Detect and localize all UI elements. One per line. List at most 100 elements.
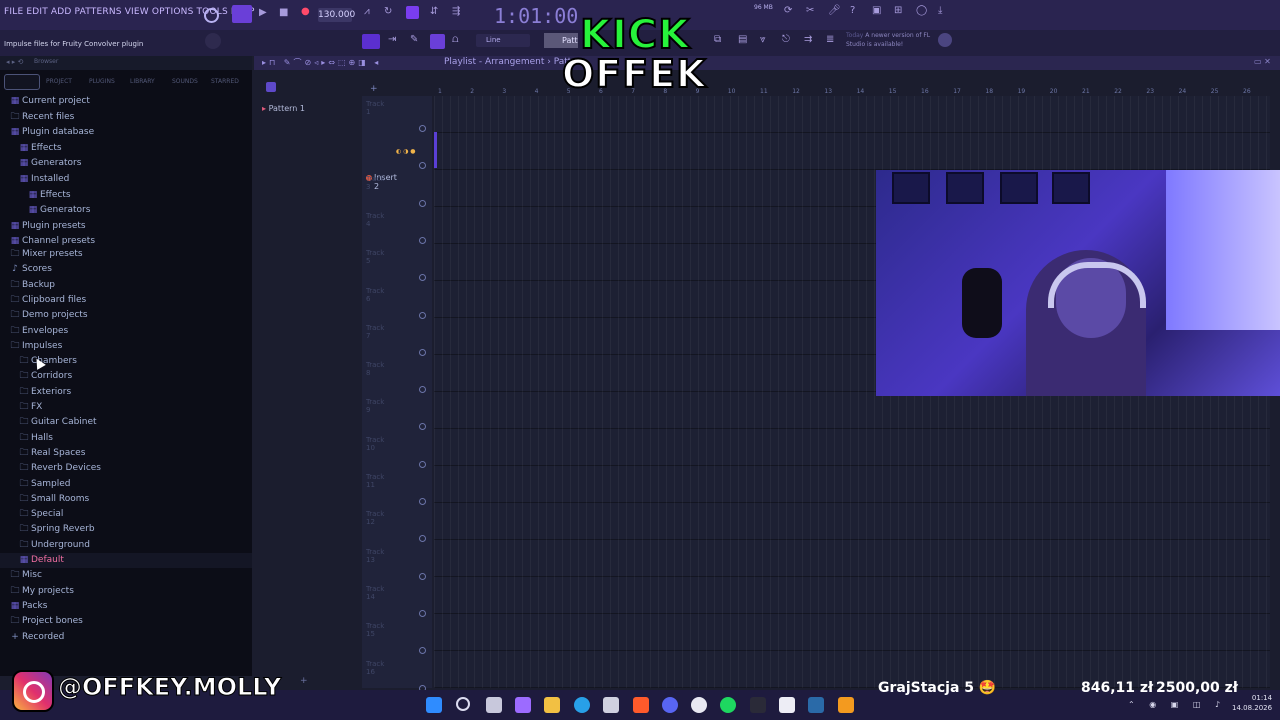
menu-item[interactable]: EDIT — [26, 7, 48, 17]
browser-item[interactable]: 🗀︎ Clipboard files — [0, 293, 252, 308]
track-label[interactable]: Track 8 — [366, 361, 384, 377]
pattern-selector[interactable]: Patt — [544, 33, 578, 48]
browser-item[interactable]: ▦ Plugin database — [0, 125, 252, 140]
channel-rack-icon[interactable]: ⩔ — [760, 34, 766, 45]
track-mute-toggle[interactable] — [419, 236, 426, 244]
track-label[interactable]: Track 1 — [366, 100, 384, 116]
browser-item[interactable]: 🗀︎ Mixer presets — [0, 247, 252, 262]
file-explorer-icon[interactable] — [544, 697, 560, 713]
browser-item[interactable]: ▦ Current project — [0, 94, 252, 109]
piano-roll-icon[interactable]: ▤ — [738, 34, 747, 45]
track-label[interactable]: Track 9 — [366, 398, 384, 414]
discord-icon[interactable] — [662, 697, 678, 713]
menu-item[interactable]: PATTERNS — [75, 7, 122, 17]
play-icon[interactable]: ▶ — [259, 7, 267, 18]
track-label[interactable]: Track 3 — [366, 175, 384, 191]
browser-tab-plugins[interactable]: PLUGINS — [89, 78, 115, 85]
track-mute-toggle[interactable] — [419, 498, 426, 505]
add-pattern-icon[interactable]: + — [300, 676, 308, 686]
track-label[interactable]: Track 11 — [366, 473, 384, 489]
browser-item[interactable]: 🗀︎ Exteriors — [0, 385, 252, 400]
track-mute-toggle[interactable] — [419, 311, 426, 319]
system-tray-icons[interactable]: ⌃ ◉ ▣ ◫ ♪ — [1128, 700, 1226, 709]
edge-icon[interactable] — [574, 697, 590, 713]
menu-item[interactable]: FILE — [4, 7, 23, 17]
browser-item[interactable]: 🗀︎ Small Rooms — [0, 492, 252, 507]
browser-tab-project[interactable]: PROJECT — [46, 78, 72, 85]
plugin-picker-icon[interactable]: ⎋ — [782, 34, 790, 45]
browser-nav-icon[interactable]: ◂ ▸ ⟲ — [6, 58, 23, 66]
track-label[interactable]: Track 15 — [366, 622, 384, 638]
browser-item[interactable]: 🗀︎ Special — [0, 507, 252, 522]
fl-studio-icon[interactable] — [838, 697, 854, 713]
browser-item[interactable]: 🗀︎ Spring Reverb — [0, 522, 252, 537]
track-label[interactable]: Track 16 — [366, 660, 384, 676]
browser-item[interactable]: ▦ Generators — [0, 203, 252, 218]
track-label[interactable]: Track 4 — [366, 212, 384, 228]
browser-item[interactable]: ▦ Effects — [0, 188, 252, 203]
menu-item[interactable]: ADD — [51, 7, 72, 17]
browser-item[interactable]: 🗀︎ Impulses — [0, 339, 252, 354]
update-notice[interactable]: Today A newer version of FL Studio is av… — [846, 31, 936, 49]
menu-item[interactable]: VIEW — [125, 7, 149, 17]
stop-icon[interactable]: ■ — [279, 7, 288, 18]
system-clock[interactable]: 01:14 14.08.2026 — [1232, 693, 1272, 713]
track-label[interactable]: Track 14 — [366, 585, 384, 601]
browser-search-input[interactable] — [4, 74, 40, 90]
brave-icon[interactable] — [633, 697, 649, 713]
track-label[interactable]: Track 6 — [366, 287, 384, 303]
steam-icon[interactable] — [808, 697, 824, 713]
browser-tab-sounds[interactable]: SOUNDS — [172, 78, 198, 85]
loop-record-icon[interactable]: ↻ — [384, 6, 392, 17]
master-volume-knob[interactable] — [205, 33, 221, 49]
task-view-icon[interactable] — [486, 697, 502, 713]
wait-input-icon[interactable]: ⇶ — [452, 6, 460, 17]
browser-item[interactable]: 🗀︎ Misc — [0, 568, 252, 583]
track-mute-toggle[interactable] — [419, 572, 426, 580]
playlist-pattern-icon[interactable] — [266, 82, 276, 92]
browser-toggle-icon[interactable]: ≣ — [826, 34, 834, 45]
help-icon[interactable]: ? — [850, 5, 855, 16]
mixer-view-icon[interactable]: ⇉ — [804, 34, 812, 45]
track-mute-toggle[interactable] — [419, 609, 426, 617]
bell-icon[interactable]: ⩍ — [452, 34, 459, 45]
capcut-icon[interactable] — [779, 697, 795, 713]
browser-item[interactable]: ▦ Generators — [0, 156, 252, 171]
browser-item[interactable]: ▦ Effects — [0, 141, 252, 156]
browser-item[interactable]: 🗀︎ Demo projects — [0, 308, 252, 323]
window-controls-icon[interactable]: ▭ ✕ — [1254, 57, 1271, 66]
download-icon[interactable]: ⤓ — [938, 5, 942, 16]
record-icon[interactable]: ● — [301, 6, 310, 17]
snap-arrow-icon[interactable]: ⇥ — [388, 34, 396, 45]
browser-item[interactable]: ▦ Installed — [0, 172, 252, 187]
copilot-icon[interactable] — [515, 697, 531, 713]
track-mute-toggle[interactable] — [419, 125, 426, 132]
pencil-icon[interactable]: ✎ — [410, 34, 418, 45]
browser-item[interactable]: 🗀︎ Recent files — [0, 110, 252, 125]
track-mute-toggle[interactable] — [419, 460, 426, 468]
browser-item[interactable]: ▦ Default — [0, 553, 252, 568]
mic-icon[interactable]: 🎤︎ — [828, 5, 841, 16]
pat-song-toggle[interactable] — [232, 5, 252, 23]
track-label[interactable]: Track 12 — [366, 510, 384, 526]
browser-item[interactable]: 🗀︎ Real Spaces — [0, 446, 252, 461]
search-icon[interactable] — [456, 697, 470, 711]
browser-item[interactable]: 🗀︎ Corridors — [0, 369, 252, 384]
blend-notes-icon[interactable]: ⇵ — [430, 6, 438, 17]
menu-item[interactable]: OPTIONS — [152, 7, 194, 17]
playlist-window-button[interactable] — [362, 34, 380, 49]
browser-item[interactable]: + Recorded — [0, 630, 252, 645]
browser-item[interactable]: 🗀︎ Reverb Devices — [0, 461, 252, 476]
browser-tab-starred[interactable]: STARRED — [211, 78, 239, 85]
browser-item[interactable]: 🗀︎ Envelopes — [0, 324, 252, 339]
browser-item[interactable]: 🗀︎ Halls — [0, 431, 252, 446]
browser-item[interactable]: ♪ Scores — [0, 262, 252, 277]
chrome-icon[interactable] — [691, 697, 707, 713]
track-label[interactable]: Track 5 — [366, 249, 384, 265]
browser-item[interactable]: 🗀︎ Guitar Cabinet — [0, 415, 252, 430]
browser-item[interactable]: 🗀︎ Backup — [0, 278, 252, 293]
track-label[interactable]: Track 7 — [366, 324, 384, 340]
track-label[interactable]: Track 10 — [366, 436, 384, 452]
browser-item[interactable]: 🗀︎ My projects — [0, 584, 252, 599]
browser-tab-library[interactable]: LIBRARY — [130, 78, 155, 85]
